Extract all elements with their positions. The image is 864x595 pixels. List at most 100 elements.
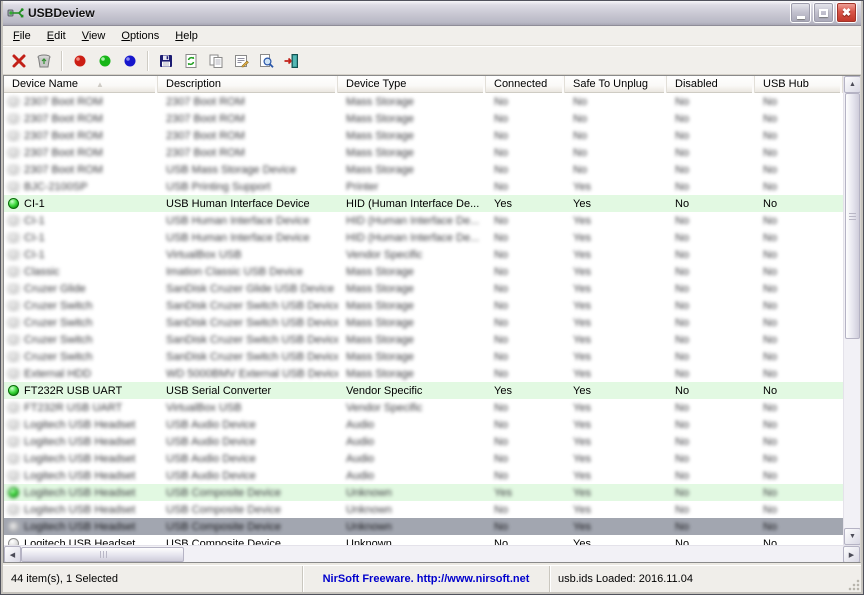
vertical-scrollbar[interactable]: ▲ ▼ (843, 76, 860, 545)
table-row[interactable]: 2307 Boot ROM 2307 Boot ROM Mass Storage… (4, 144, 843, 161)
usb-hub-cell: No (755, 521, 843, 533)
table-row[interactable]: Classic Imation Classic USB Device Mass … (4, 263, 843, 280)
green-ball-button[interactable] (93, 49, 117, 73)
usb-hub-cell: No (755, 215, 843, 227)
table-row[interactable]: 2307 Boot ROM USB Mass Storage Device Ma… (4, 161, 843, 178)
table-row[interactable]: CI-1 VirtualBox USB Vendor Specific No Y… (4, 246, 843, 263)
disabled-cell: No (667, 164, 755, 176)
usb-hub-cell: No (755, 487, 843, 499)
table-row[interactable]: Cruzer Switch SanDisk Cruzer Switch USB … (4, 348, 843, 365)
device-name-cell: External HDD (24, 368, 91, 380)
table-row[interactable]: Logitech USB Headset USB Composite Devic… (4, 484, 843, 501)
close-button[interactable]: ✖ (836, 2, 857, 23)
resize-grip[interactable] (847, 578, 860, 591)
safe-to-unplug-cell: Yes (565, 266, 667, 278)
table-row[interactable]: 2307 Boot ROM 2307 Boot ROM Mass Storage… (4, 110, 843, 127)
menu-help[interactable]: Help (167, 27, 206, 45)
device-name-cell: Logitech USB Headset (24, 470, 135, 482)
table-row[interactable]: Logitech USB Headset USB Audio Device Au… (4, 467, 843, 484)
status-freeware-link[interactable]: NirSoft Freeware. http://www.nirsoft.net (303, 566, 550, 592)
table-row[interactable]: 2307 Boot ROM 2307 Boot ROM Mass Storage… (4, 127, 843, 144)
disabled-cell: No (667, 181, 755, 193)
scroll-right-icon[interactable]: ▶ (843, 546, 860, 563)
find-button[interactable] (254, 49, 278, 73)
table-row[interactable]: FT232R USB UART USB Serial Converter Ven… (4, 382, 843, 399)
device-name-cell: FT232R USB UART (24, 385, 122, 397)
table-row[interactable]: Logitech USB Headset USB Audio Device Au… (4, 416, 843, 433)
device-status-icon (8, 487, 19, 498)
device-name-cell: Logitech USB Headset (24, 436, 135, 448)
remove-selected-button[interactable] (32, 49, 56, 73)
device-name-cell: CI-1 (24, 249, 45, 261)
refresh-button[interactable] (179, 49, 203, 73)
table-row[interactable]: CI-1 USB Human Interface Device HID (Hum… (4, 212, 843, 229)
disabled-cell: No (667, 436, 755, 448)
table-row[interactable]: Logitech USB Headset USB Composite Devic… (4, 501, 843, 518)
scroll-down-icon[interactable]: ▼ (844, 528, 861, 545)
description-cell: 2307 Boot ROM (158, 147, 338, 159)
scroll-left-icon[interactable]: ◀ (4, 546, 21, 563)
usb-hub-cell: No (755, 368, 843, 380)
table-row[interactable]: Logitech USB Headset USB Audio Device Au… (4, 433, 843, 450)
menu-file[interactable]: File (5, 27, 39, 45)
uninstall-device-button[interactable] (7, 49, 31, 73)
device-name-cell: CI-1 (24, 232, 45, 244)
connected-cell: No (486, 470, 565, 482)
menu-options[interactable]: Options (113, 27, 167, 45)
description-cell: USB Composite Device (158, 521, 338, 533)
menu-view[interactable]: View (74, 27, 114, 45)
disabled-cell: No (667, 232, 755, 244)
table-row[interactable]: CI-1 USB Human Interface Device HID (Hum… (4, 195, 843, 212)
column-header[interactable]: Safe To Unplug (565, 76, 667, 93)
properties-button[interactable] (229, 49, 253, 73)
device-name-cell: CI-1 (24, 198, 45, 210)
device-type-cell: Mass Storage (338, 164, 486, 176)
copy-button[interactable] (204, 49, 228, 73)
save-button[interactable] (154, 49, 178, 73)
safe-to-unplug-cell: Yes (565, 436, 667, 448)
minimize-button[interactable] (790, 2, 811, 23)
column-header[interactable]: Disabled (667, 76, 755, 93)
table-row[interactable]: Cruzer Switch SanDisk Cruzer Switch USB … (4, 314, 843, 331)
connected-cell: No (486, 317, 565, 329)
horizontal-scroll-thumb[interactable] (21, 547, 184, 562)
column-header[interactable]: Device Type (338, 76, 486, 93)
table-row[interactable]: BJC-2100SP USB Printing Support Printer … (4, 178, 843, 195)
column-header[interactable]: Device Name▲ (4, 76, 158, 93)
table-row[interactable]: Logitech USB Headset USB Audio Device Au… (4, 450, 843, 467)
disabled-cell: No (667, 334, 755, 346)
table-row[interactable]: 2307 Boot ROM 2307 Boot ROM Mass Storage… (4, 93, 843, 110)
blue-ball-button[interactable] (118, 49, 142, 73)
description-cell: VirtualBox USB (158, 249, 338, 261)
device-name-cell: FT232R USB UART (24, 402, 122, 414)
red-x-icon (11, 53, 27, 69)
horizontal-scrollbar[interactable]: ◀ ▶ (4, 545, 860, 562)
column-header[interactable]: Description (158, 76, 338, 93)
table-row[interactable]: Cruzer Glide SanDisk Cruzer Glide USB De… (4, 280, 843, 297)
safe-to-unplug-cell: Yes (565, 283, 667, 295)
table-row[interactable]: Logitech USB Headset USB Composite Devic… (4, 518, 843, 535)
description-cell: 2307 Boot ROM (158, 113, 338, 125)
column-header[interactable]: USB Hub (755, 76, 843, 93)
table-row[interactable]: Logitech USB Headset USB Composite Devic… (4, 535, 843, 545)
maximize-button[interactable] (813, 2, 834, 23)
menu-edit[interactable]: Edit (39, 27, 74, 45)
scroll-up-icon[interactable]: ▲ (844, 76, 861, 93)
titlebar[interactable]: USBDeview ✖ (3, 0, 861, 26)
properties-icon (233, 53, 249, 69)
disabled-cell: No (667, 538, 755, 546)
table-row[interactable]: CI-1 USB Human Interface Device HID (Hum… (4, 229, 843, 246)
vertical-scroll-thumb[interactable] (845, 93, 860, 339)
table-row[interactable]: Cruzer Switch SanDisk Cruzer Switch USB … (4, 331, 843, 348)
exit-button[interactable] (279, 49, 303, 73)
device-type-cell: Mass Storage (338, 368, 486, 380)
disabled-cell: No (667, 504, 755, 516)
table-row[interactable]: Cruzer Switch SanDisk Cruzer Switch USB … (4, 297, 843, 314)
red-ball-button[interactable] (68, 49, 92, 73)
safe-to-unplug-cell: Yes (565, 317, 667, 329)
connected-cell: No (486, 436, 565, 448)
column-header[interactable]: Connected (486, 76, 565, 93)
table-row[interactable]: FT232R USB UART VirtualBox USB Vendor Sp… (4, 399, 843, 416)
safe-to-unplug-cell: Yes (565, 249, 667, 261)
table-row[interactable]: External HDD WD 5000BMV External USB Dev… (4, 365, 843, 382)
